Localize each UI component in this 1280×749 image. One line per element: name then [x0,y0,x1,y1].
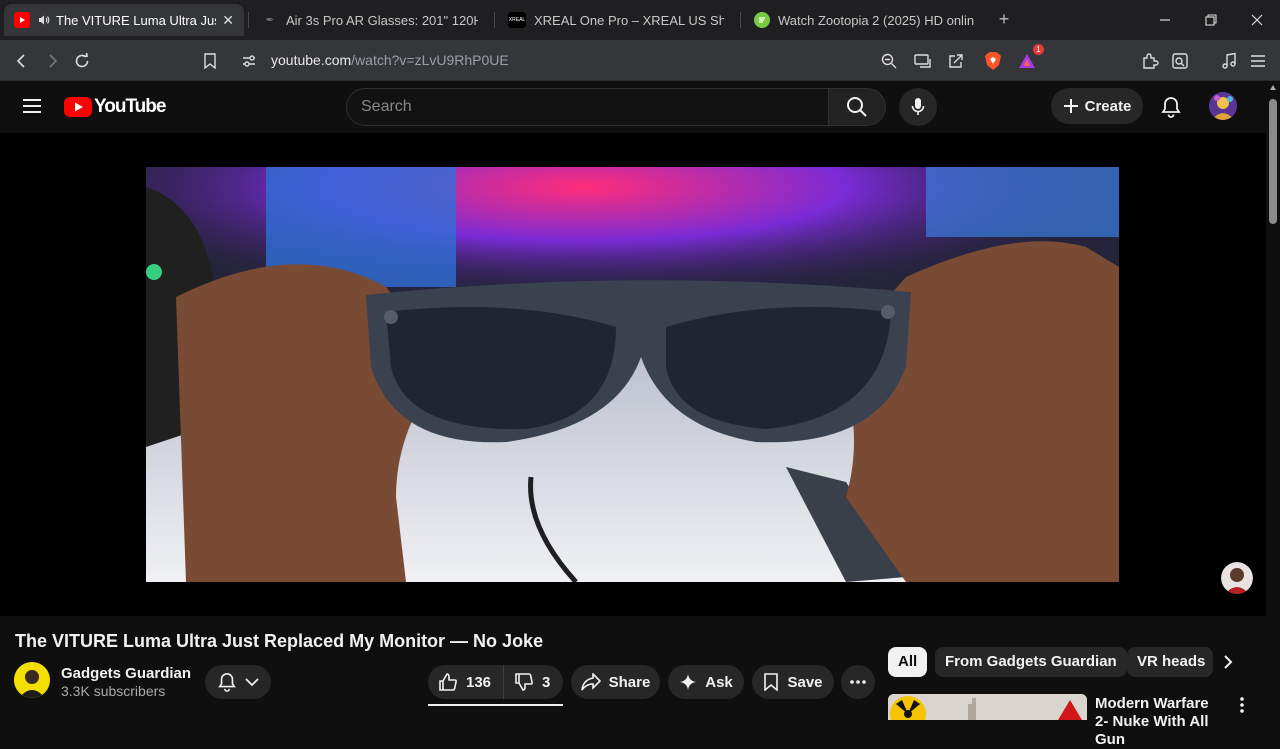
thumbs-down-icon [515,673,533,691]
share-page-icon[interactable] [943,48,969,74]
chip-vr-headsets[interactable]: VR heads [1127,647,1213,677]
account-avatar[interactable] [1209,92,1237,120]
recommendation-title[interactable]: Modern Warfare 2- Nuke With All Gun [1095,695,1225,749]
sparkle-icon [680,674,697,690]
url-path: /watch?v=zLvU9RhP0UE [351,52,509,68]
guide-menu-icon[interactable] [22,98,42,114]
scroll-up-arrow-icon[interactable] [1270,85,1276,90]
more-horizontal-icon [850,680,866,684]
tab-divider [494,12,495,28]
dislike-count: 3 [542,673,551,691]
thumbs-up-icon [439,673,457,691]
plus-icon [1063,99,1078,113]
address-bar[interactable]: youtube.com/watch?v=zLvU9RhP0UE [271,52,509,68]
dislike-button[interactable]: 3 [504,665,550,699]
video-frame[interactable] [146,167,1119,582]
tab-air3s[interactable]: ✒ Air 3s Pro AR Glasses: 201" 120Hz 12 [252,4,488,36]
tab-title: XREAL One Pro – XREAL US Shop [534,12,724,28]
bell-icon [218,672,236,692]
create-button[interactable]: Create [1051,88,1143,124]
notification-badge: 1 [1033,44,1044,55]
like-count: 136 [466,673,492,691]
video-title: The VITURE Luma Ultra Just Replaced My M… [15,631,544,651]
url-host: youtube.com [271,52,352,68]
browser-menu-icon[interactable] [1245,48,1271,74]
create-label: Create [1084,97,1132,115]
chip-all[interactable]: All [888,647,928,677]
browser-tabstrip: The VITURE Luma Ultra Just R ✕ ✒ Air 3s … [0,0,1280,40]
search-input[interactable]: Search [346,88,829,126]
save-bookmark-icon [764,673,779,691]
ask-label: Ask [705,673,733,691]
subscription-bell-button[interactable] [205,665,271,699]
chevron-right-icon[interactable] [1220,654,1236,670]
video-thumbnail-image [146,167,1119,582]
brave-shields-icon[interactable] [980,48,1006,74]
page-scrollbar[interactable] [1266,81,1280,720]
chevron-down-icon [245,678,259,687]
media-controls-icon[interactable] [1216,48,1242,74]
video-player[interactable] [0,133,1266,616]
scrollbar-thumb[interactable] [1269,99,1277,224]
more-actions-button[interactable] [841,665,875,699]
tab-active[interactable]: The VITURE Luma Ultra Just R ✕ [4,4,244,36]
tab-divider [740,12,741,28]
like-ratio-bar [428,704,563,706]
brave-rewards-icon[interactable]: 1 [1014,44,1044,74]
ask-button[interactable]: Ask [668,665,744,699]
close-tab-icon[interactable]: ✕ [222,12,234,29]
new-tab-button[interactable]: + [990,8,1018,32]
close-window-button[interactable] [1234,0,1280,40]
tab-title: Air 3s Pro AR Glasses: 201" 120Hz 12 [286,12,478,28]
youtube-favicon-icon [14,12,30,28]
share-button[interactable]: Share [571,665,660,699]
chip-from-channel[interactable]: From Gadgets Guardian [935,647,1127,677]
bookmark-icon[interactable] [197,48,223,74]
share-label: Share [608,673,651,691]
back-button[interactable] [9,48,35,74]
voice-search-button[interactable] [899,88,937,126]
more-vertical-icon[interactable] [1240,697,1244,713]
recommendation-thumbnail[interactable] [888,694,1087,720]
nuke-thumbnail-image [888,694,1087,720]
browser-toolbar: youtube.com/watch?v=zLvU9RhP0UE 1 [0,40,1280,81]
restore-window-button[interactable] [1188,0,1234,40]
forward-button[interactable] [39,48,65,74]
microphone-icon [911,98,925,115]
tab-zootopia[interactable]: Watch Zootopia 2 (2025) HD online F [744,4,984,36]
share-icon [580,673,601,691]
tab-title: Watch Zootopia 2 (2025) HD online F [778,12,974,28]
minimize-window-button[interactable] [1142,0,1188,40]
youtube-logo[interactable]: YouTube [64,96,166,118]
tab-divider [248,12,249,28]
search-icon [847,97,867,117]
youtube-logo-icon [64,97,92,117]
tab-title: The VITURE Luma Ultra Just R [56,12,216,28]
like-dislike-group: 136 3 [428,665,563,699]
pen-favicon-icon: ✒ [265,14,275,26]
zoom-icon[interactable] [876,48,902,74]
like-button[interactable]: 136 [428,665,504,699]
channel-watermark-avatar[interactable] [1221,562,1253,594]
reload-button[interactable] [69,48,95,74]
site-settings-icon[interactable] [236,48,262,74]
youtube-header: YouTube Search Create [0,81,1280,133]
save-label: Save [787,673,823,691]
subscriber-count: 3.3K subscribers [61,683,166,699]
xreal-favicon-icon: XREAL [508,12,526,28]
speaker-icon[interactable] [38,14,50,26]
green-circle-favicon-icon [754,12,770,28]
extensions-icon[interactable] [1137,48,1163,74]
tab-xreal[interactable]: XREAL XREAL One Pro – XREAL US Shop [498,4,734,36]
cast-icon[interactable] [910,48,936,74]
youtube-logo-text: YouTube [94,96,166,117]
search-button[interactable] [828,88,886,126]
notifications-bell-icon[interactable] [1160,96,1182,118]
save-button[interactable]: Save [752,665,834,699]
channel-name[interactable]: Gadgets Guardian [61,665,191,682]
channel-avatar[interactable] [14,662,50,698]
wallet-icon[interactable] [1167,48,1193,74]
